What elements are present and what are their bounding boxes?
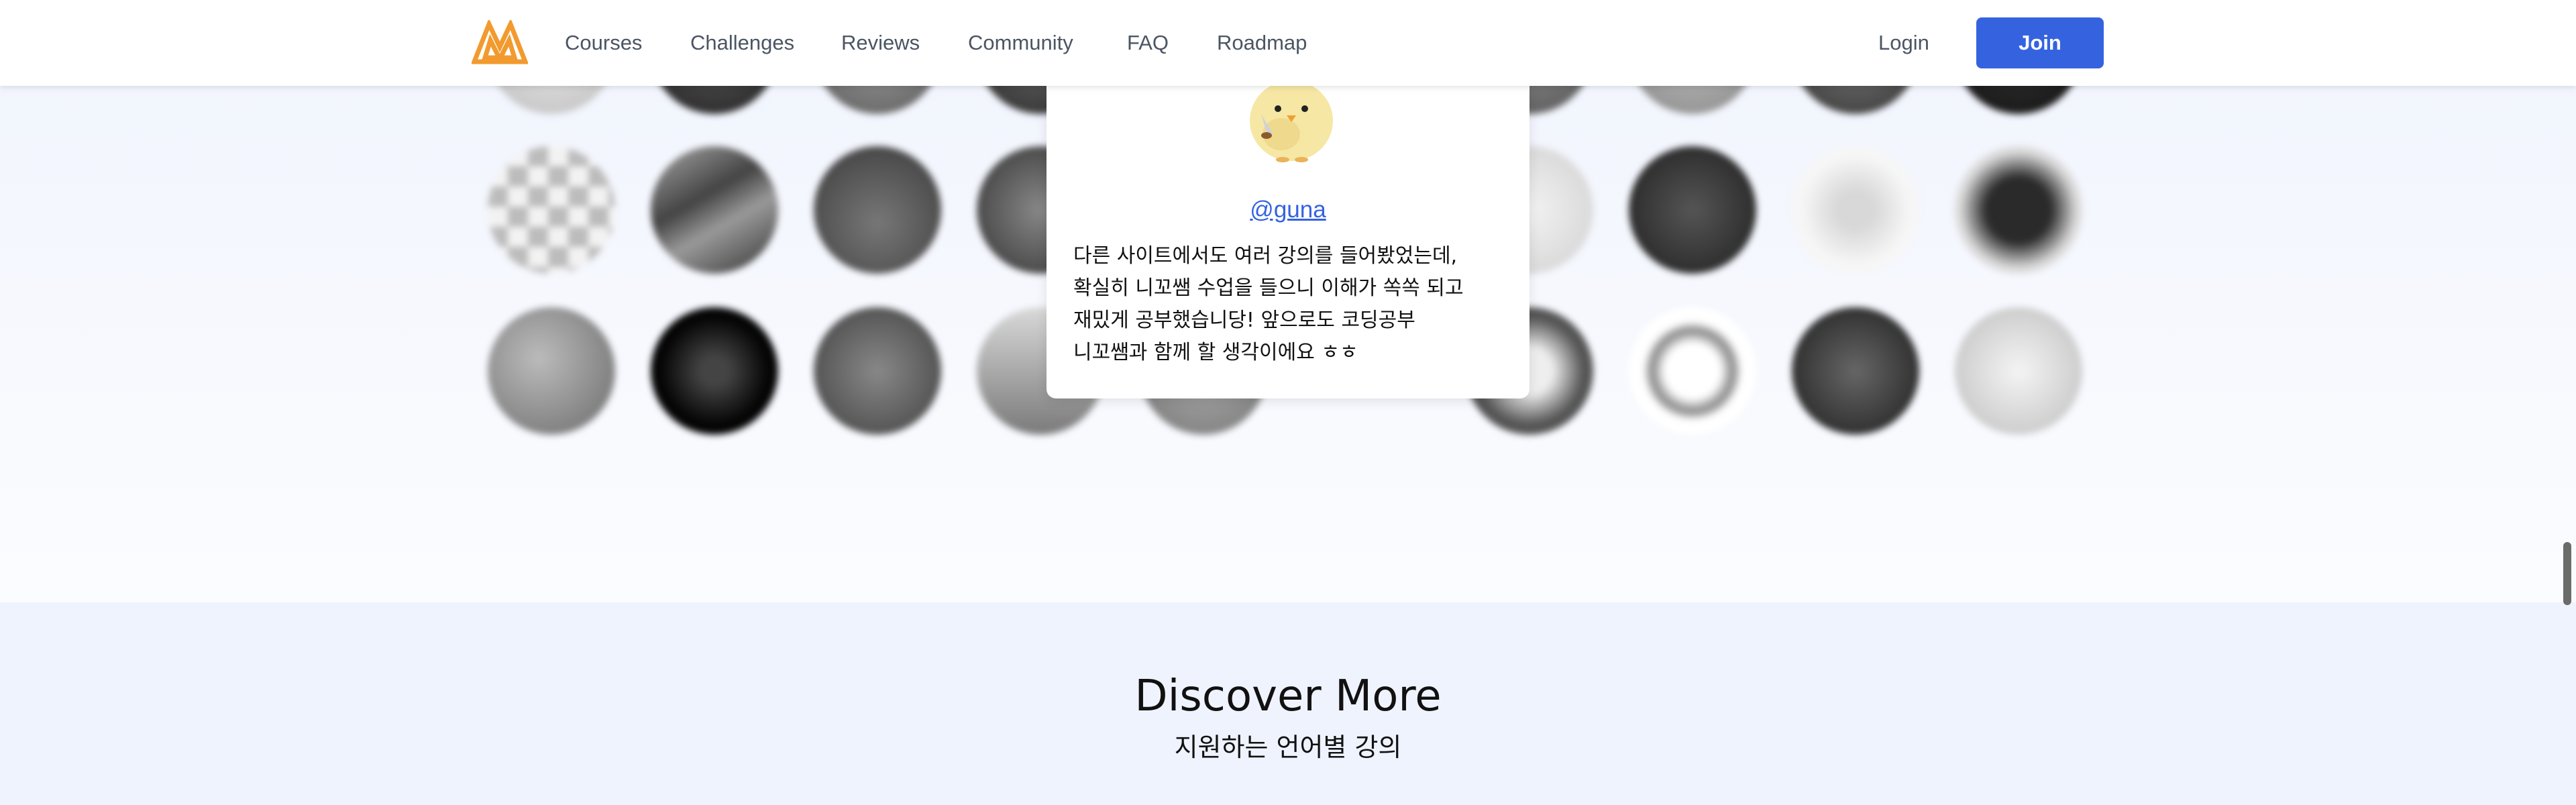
reviewer-avatar[interactable] <box>651 307 778 435</box>
reviews-section: @guna 다른 사이트에서도 여러 강의를 들어봤었는데, 확실히 니꼬쌤 수… <box>0 0 2576 602</box>
reviewer-avatar[interactable] <box>1792 307 1919 435</box>
logo-icon[interactable] <box>472 20 528 64</box>
reviewer-avatar[interactable] <box>1955 307 2082 435</box>
nav-link-faq[interactable]: FAQ <box>1127 28 1169 58</box>
reviewer-avatar[interactable] <box>1629 307 1756 435</box>
reviewer-handle-link[interactable]: @guna <box>1046 193 1529 227</box>
review-card: @guna 다른 사이트에서도 여러 강의를 들어봤었는데, 확실히 니꼬쌤 수… <box>1046 74 1529 398</box>
login-link[interactable]: Login <box>1878 28 1929 58</box>
discover-title: Discover More <box>1134 672 1442 721</box>
nav-link-roadmap[interactable]: Roadmap <box>1217 28 1307 58</box>
join-button[interactable]: Join <box>1976 17 2104 68</box>
chick-avatar-icon <box>1250 80 1333 162</box>
reviewer-avatar[interactable] <box>488 307 615 435</box>
discover-section: Discover More 지원하는 언어별 강의 <box>0 602 2576 805</box>
reviewer-avatar[interactable] <box>651 146 778 274</box>
nav-link-community[interactable]: Community <box>968 28 1073 58</box>
top-navbar: Courses Challenges Reviews Community FAQ… <box>0 0 2576 86</box>
reviewer-avatar[interactable] <box>814 146 941 274</box>
nav-link-challenges[interactable]: Challenges <box>690 28 794 58</box>
nav-link-courses[interactable]: Courses <box>565 28 642 58</box>
reviewer-avatar[interactable] <box>814 307 941 435</box>
nav-link-reviews[interactable]: Reviews <box>841 28 920 58</box>
reviewer-avatar[interactable] <box>1955 146 2082 274</box>
page-scrollbar[interactable] <box>2563 542 2571 605</box>
reviewer-avatar[interactable] <box>1792 146 1919 274</box>
reviewer-avatar[interactable] <box>1629 146 1756 274</box>
review-text: 다른 사이트에서도 여러 강의를 들어봤었는데, 확실히 니꼬쌤 수업을 들으니… <box>1073 244 1464 364</box>
discover-subtitle: 지원하는 언어별 강의 <box>1174 733 1402 762</box>
reviewer-avatar[interactable] <box>488 146 615 274</box>
